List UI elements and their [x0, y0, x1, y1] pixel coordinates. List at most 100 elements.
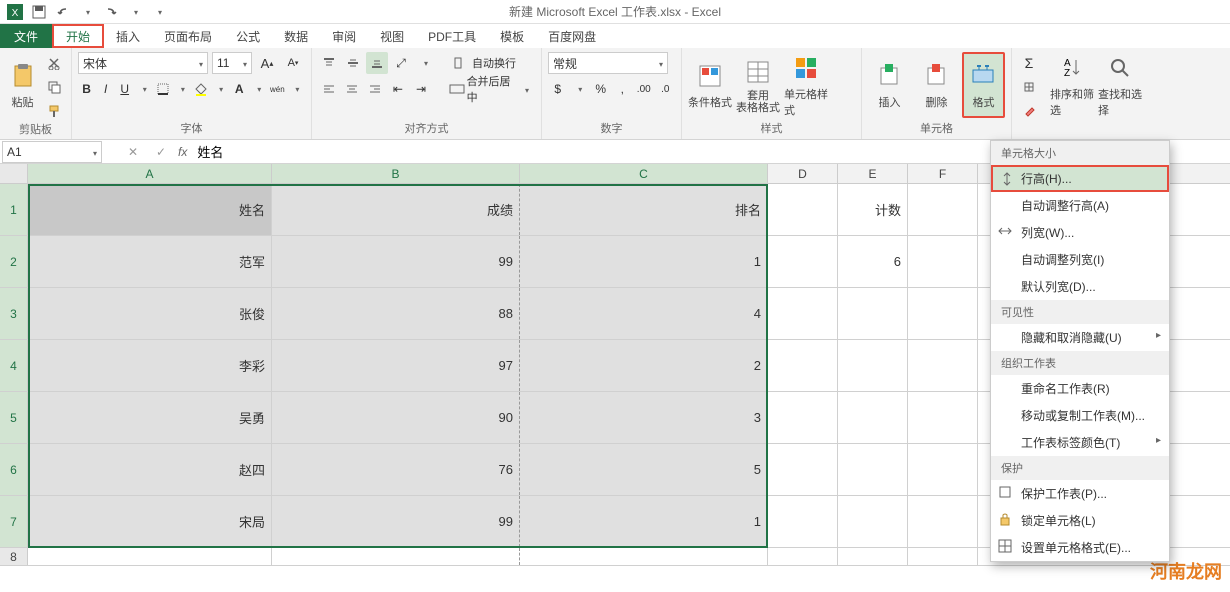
menu-default-width[interactable]: 默认列宽(D)... — [991, 273, 1169, 300]
save-button[interactable] — [28, 2, 50, 22]
tab-template[interactable]: 模板 — [488, 24, 536, 48]
orientation-dropdown[interactable] — [414, 52, 436, 74]
row-header[interactable]: 3 — [0, 288, 28, 339]
cell[interactable]: 88 — [272, 288, 520, 339]
cell[interactable]: 赵四 — [28, 444, 272, 495]
cancel-formula-icon[interactable]: ✕ — [122, 141, 144, 163]
redo-button[interactable] — [100, 2, 122, 22]
insert-cells-button[interactable]: 插入 — [868, 52, 911, 118]
cell[interactable] — [768, 184, 838, 235]
italic-button[interactable]: I — [97, 78, 114, 100]
number-format-combo[interactable]: 常规 — [548, 52, 668, 74]
cell[interactable]: 范军 — [28, 236, 272, 287]
cell[interactable]: 计数 — [838, 184, 908, 235]
format-cells-button[interactable]: 格式 — [962, 52, 1005, 118]
menu-autofit-col[interactable]: 自动调整列宽(I) — [991, 246, 1169, 273]
menu-autofit-row[interactable]: 自动调整行高(A) — [991, 192, 1169, 219]
tab-file[interactable]: 文件 — [0, 24, 52, 48]
font-name-combo[interactable]: 宋体 — [78, 52, 208, 74]
align-top-button[interactable] — [318, 52, 340, 74]
cell[interactable] — [768, 392, 838, 443]
fill-button[interactable] — [1018, 76, 1040, 98]
border-dropdown[interactable] — [173, 78, 190, 100]
cell[interactable]: 4 — [520, 288, 768, 339]
cell[interactable] — [768, 288, 838, 339]
cell[interactable] — [768, 340, 838, 391]
enter-formula-icon[interactable]: ✓ — [150, 141, 172, 163]
cut-button[interactable] — [43, 52, 65, 74]
redo-dropdown[interactable] — [124, 2, 146, 22]
tab-home[interactable]: 开始 — [52, 24, 104, 48]
menu-format-cells[interactable]: 设置单元格格式(E)... — [991, 534, 1169, 561]
tab-pdf[interactable]: PDF工具 — [416, 24, 488, 48]
underline-button[interactable]: U — [116, 78, 133, 100]
paste-button[interactable]: 粘贴 — [6, 52, 39, 118]
align-middle-button[interactable] — [342, 52, 364, 74]
row-header[interactable]: 8 — [0, 548, 28, 565]
font-color-button[interactable]: A — [231, 78, 248, 100]
format-painter-button[interactable] — [43, 100, 65, 122]
phonetic-button[interactable]: wén — [269, 78, 286, 100]
cell[interactable]: 1 — [520, 496, 768, 547]
row-header[interactable]: 5 — [0, 392, 28, 443]
cell[interactable]: 3 — [520, 392, 768, 443]
tab-page-layout[interactable]: 页面布局 — [152, 24, 224, 48]
align-bottom-button[interactable] — [366, 52, 388, 74]
decrease-decimal-button[interactable]: .0 — [656, 78, 676, 100]
currency-button[interactable]: $ — [548, 78, 568, 100]
select-all-corner[interactable] — [0, 164, 28, 183]
comma-button[interactable]: , — [613, 78, 633, 100]
cell[interactable]: 1 — [520, 236, 768, 287]
decrease-indent-button[interactable]: ⇤ — [387, 78, 408, 100]
grow-font-button[interactable]: A▴ — [256, 52, 278, 74]
col-header-E[interactable]: E — [838, 164, 908, 183]
tab-baidu[interactable]: 百度网盘 — [536, 24, 608, 48]
cell[interactable] — [768, 444, 838, 495]
cell[interactable]: 76 — [272, 444, 520, 495]
autosum-button[interactable]: Σ — [1018, 52, 1040, 74]
merge-center-button[interactable]: 合并后居中 — [443, 78, 535, 100]
col-header-B[interactable]: B — [272, 164, 520, 183]
font-size-combo[interactable]: 11 — [212, 52, 252, 74]
delete-cells-button[interactable]: 删除 — [915, 52, 958, 118]
cell[interactable] — [838, 392, 908, 443]
align-left-button[interactable] — [318, 78, 339, 100]
fill-color-button[interactable] — [192, 78, 209, 100]
currency-dropdown[interactable] — [570, 78, 590, 100]
cell[interactable] — [908, 236, 978, 287]
cell[interactable]: 5 — [520, 444, 768, 495]
menu-rename-sheet[interactable]: 重命名工作表(R) — [991, 375, 1169, 402]
phonetic-dropdown[interactable] — [288, 78, 305, 100]
bold-button[interactable]: B — [78, 78, 95, 100]
menu-protect-sheet[interactable]: 保护工作表(P)... — [991, 480, 1169, 507]
align-right-button[interactable] — [364, 78, 385, 100]
col-header-C[interactable]: C — [520, 164, 768, 183]
cell[interactable]: 6 — [838, 236, 908, 287]
row-header[interactable]: 1 — [0, 184, 28, 235]
cell[interactable] — [838, 496, 908, 547]
cell[interactable]: 吴勇 — [28, 392, 272, 443]
cell[interactable] — [908, 392, 978, 443]
menu-hide-unhide[interactable]: 隐藏和取消隐藏(U)▸ — [991, 324, 1169, 351]
font-color-dropdown[interactable] — [250, 78, 267, 100]
cell[interactable] — [908, 184, 978, 235]
cell[interactable] — [768, 236, 838, 287]
cell[interactable] — [908, 340, 978, 391]
cell[interactable] — [838, 548, 908, 565]
shrink-font-button[interactable]: A▾ — [282, 52, 304, 74]
cell[interactable] — [908, 548, 978, 565]
cell[interactable]: 2 — [520, 340, 768, 391]
row-header[interactable]: 4 — [0, 340, 28, 391]
row-header[interactable]: 6 — [0, 444, 28, 495]
increase-decimal-button[interactable]: .00 — [634, 78, 654, 100]
cell[interactable]: 99 — [272, 236, 520, 287]
tab-insert[interactable]: 插入 — [104, 24, 152, 48]
conditional-format-button[interactable]: 条件格式 — [688, 52, 732, 118]
cell[interactable] — [520, 548, 768, 565]
cell[interactable]: 成绩 — [272, 184, 520, 235]
increase-indent-button[interactable]: ⇥ — [411, 78, 432, 100]
orientation-button[interactable]: ⤢ — [390, 52, 412, 74]
menu-tab-color[interactable]: 工作表标签颜色(T)▸ — [991, 429, 1169, 456]
col-header-F[interactable]: F — [908, 164, 978, 183]
cell[interactable] — [768, 548, 838, 565]
